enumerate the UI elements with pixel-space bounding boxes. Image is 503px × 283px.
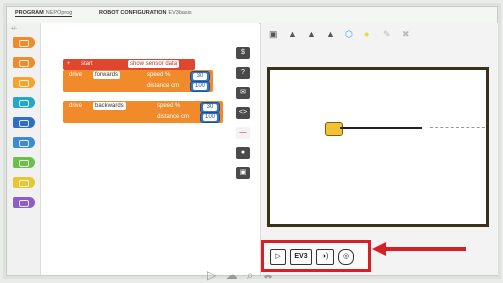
category-variables-icon[interactable]: [13, 197, 35, 208]
block-palette: +/-: [7, 23, 41, 275]
distance-value[interactable]: 100: [190, 81, 210, 92]
tab-program[interactable]: PROGRAM NEPOprog: [15, 10, 73, 17]
record-icon[interactable]: ●: [236, 147, 250, 159]
obstacle-icon[interactable]: ⬡: [345, 29, 353, 40]
category-colour-icon[interactable]: [13, 177, 35, 188]
zoom-control[interactable]: +/-: [11, 26, 17, 32]
category-sensors-icon[interactable]: [13, 57, 35, 68]
speed-label: speed %: [147, 72, 171, 78]
message-icon[interactable]: ✉: [236, 87, 250, 99]
collapse-icon[interactable]: —: [236, 127, 250, 139]
edit-icon[interactable]: ✎: [383, 29, 391, 40]
start-block[interactable]: + start show sensor data: [63, 59, 195, 70]
sound-icon[interactable]: ◑): [316, 249, 334, 265]
cloud-icon[interactable]: ☁: [226, 268, 238, 282]
zoom-icon[interactable]: ⌕: [247, 268, 254, 282]
tab-config-label: ROBOT CONFIGURATION: [99, 10, 167, 16]
sensor-ray: [430, 127, 486, 128]
category-math-icon[interactable]: [13, 117, 35, 128]
program-workspace[interactable]: + start show sensor data drive forwards …: [41, 23, 273, 282]
category-action-icon[interactable]: [13, 37, 35, 48]
category-text-icon[interactable]: [13, 137, 35, 148]
tab-program-label: PROGRAM: [15, 10, 44, 16]
screen-icon[interactable]: ▣: [236, 167, 250, 179]
distance-value-text: 100: [193, 83, 207, 90]
sidebar-dollar-icon[interactable]: $: [236, 47, 250, 59]
distance-label: distance cm: [147, 83, 180, 89]
start-label: start: [81, 61, 93, 67]
app-frame: PROGRAM NEPOprog ROBOT CONFIGURATION EV3ba…: [6, 6, 498, 282]
speed-value-text: 30: [193, 73, 207, 80]
config-name: EV3basis: [168, 10, 192, 16]
direction-dropdown[interactable]: backwards: [93, 102, 126, 110]
distance-label: distance cm: [157, 114, 190, 120]
help-icon[interactable]: ?: [236, 67, 250, 79]
robot-home-icon[interactable]: ▲: [326, 29, 335, 39]
drive-label: drive: [69, 72, 83, 78]
category-control-icon[interactable]: [13, 77, 35, 88]
sensor-data-checkbox[interactable]: show sensor data: [128, 60, 180, 68]
arrow-pointer: [372, 242, 386, 256]
side-toolbar: $ ? ✉ <> — ● ▣: [236, 47, 250, 197]
drive-backwards-block[interactable]: drive backwards speed % 30 distance cm 1…: [63, 101, 223, 123]
ev3-button[interactable]: EV3: [290, 249, 312, 265]
distance-value[interactable]: 100: [200, 112, 220, 123]
light-icon[interactable]: ●: [364, 29, 369, 39]
delete-icon[interactable]: ✖: [402, 29, 410, 40]
speed-label: speed %: [157, 103, 181, 109]
play-icon[interactable]: ▷: [270, 249, 286, 265]
drive-label: drive: [69, 103, 83, 109]
tab-robot-configuration[interactable]: ROBOT CONFIGURATION EV3basis: [99, 10, 192, 16]
robot-icon[interactable]: [325, 122, 343, 136]
top-bar: PROGRAM NEPOprog ROBOT CONFIGURATION EV3ba…: [7, 7, 497, 24]
arrow-line: [386, 247, 466, 251]
run-icon[interactable]: ▷: [207, 268, 216, 282]
robot-pose-icon[interactable]: ▲: [288, 29, 297, 39]
program-name: NEPOprog: [45, 10, 73, 16]
direction-dropdown[interactable]: forwards: [93, 71, 121, 79]
speed-value-text: 30: [203, 104, 217, 111]
category-lists-icon[interactable]: [13, 157, 35, 168]
image-icon[interactable]: ▣: [269, 29, 278, 40]
robot-reset-icon[interactable]: ▲: [307, 29, 316, 39]
drive-forwards-block[interactable]: drive forwards speed % 30 distance cm 10…: [63, 70, 213, 92]
code-icon[interactable]: <>: [236, 107, 250, 119]
simulation-controls: ▷ EV3 ◑) ◎: [261, 240, 371, 272]
plus-icon: +: [67, 61, 71, 67]
robot-path: [340, 127, 422, 129]
distance-value-text: 100: [203, 114, 217, 121]
simulation-field[interactable]: [267, 67, 489, 227]
category-logic-icon[interactable]: [13, 97, 35, 108]
location-icon[interactable]: ◎: [338, 249, 354, 265]
